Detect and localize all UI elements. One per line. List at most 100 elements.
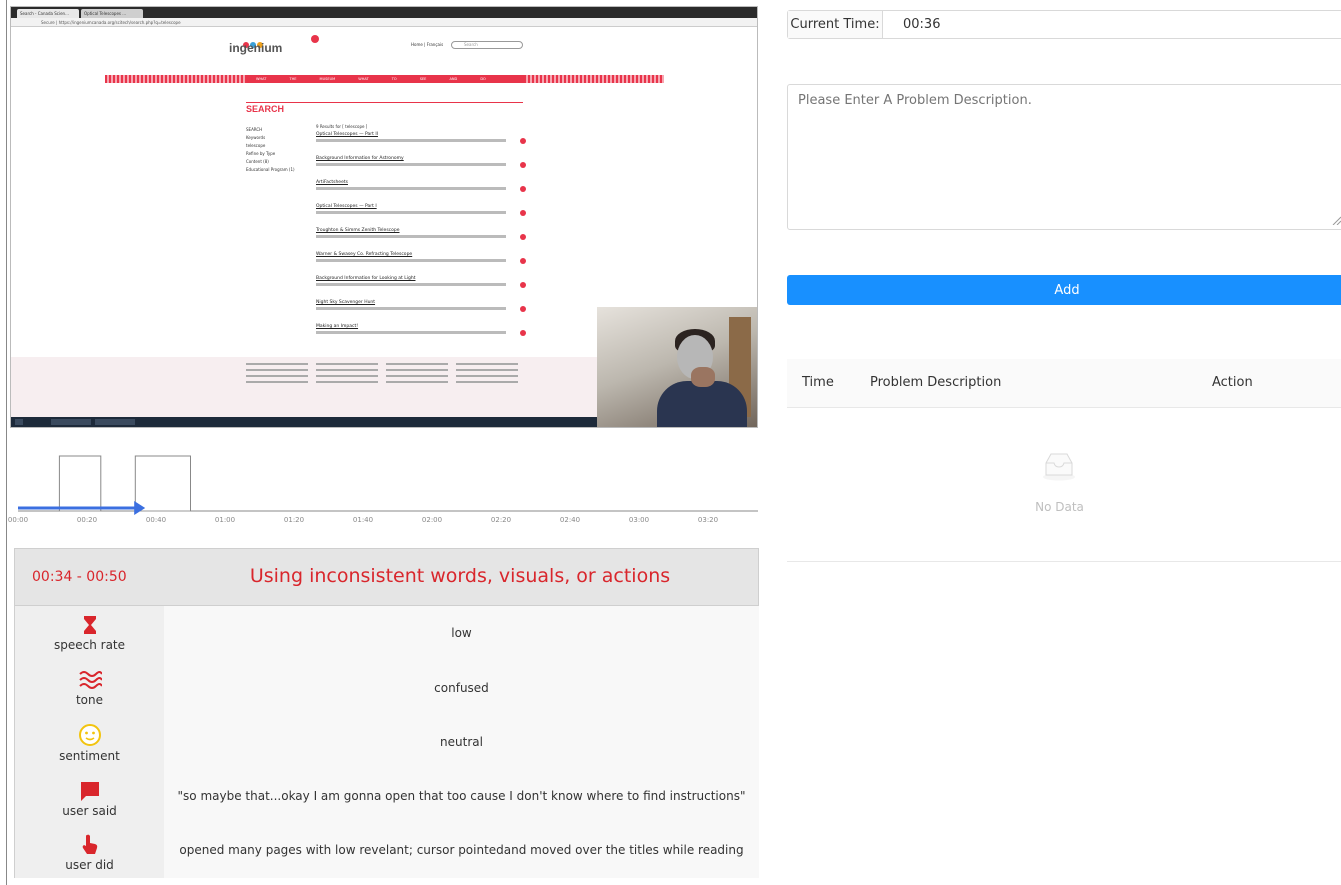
site-refine-sidebar: SEARCH Keywords telescope Refine by Type…	[246, 126, 306, 174]
current-time-label: Current Time:	[788, 11, 883, 38]
empty-text: No Data	[1035, 500, 1084, 514]
metric-tone: tone	[15, 669, 164, 707]
result-marker-icon	[520, 306, 526, 312]
search-result: Optical Telescopes — Part II	[316, 132, 526, 156]
hourglass-icon	[83, 616, 96, 634]
search-result: Background Information for Looking at Li…	[316, 276, 526, 300]
problem-description-input[interactable]	[787, 84, 1341, 230]
timeline-tick-label: 01:40	[352, 516, 374, 524]
site-nav-bar: WHAT THE MUSEUM WHAT TO SEE AND DO	[246, 75, 524, 83]
metric-value: opened many pages with low revelant; cur…	[179, 843, 744, 857]
metric-value: "so maybe that...okay I am gonna open th…	[177, 789, 746, 803]
column-header-action: Action	[1212, 375, 1253, 390]
decorative-pattern	[105, 75, 246, 83]
search-result: Troughton & Simms Zenith Telescope	[316, 228, 526, 252]
problem-table-header: Time Problem Description Action	[787, 359, 1341, 408]
browser-address-bar: Secure | https://ingeniumcanada.org/scit…	[11, 18, 757, 27]
metric-value: confused	[434, 681, 489, 695]
timeline-tick-label: 00:20	[76, 516, 98, 524]
issue-header: 00:34 - 00:50 Using inconsistent words, …	[15, 549, 758, 606]
search-result: Warner & Swasey Co. Refracting Telescope	[316, 252, 526, 276]
museum-emblem-icon	[311, 35, 319, 43]
timeline-tick-label: 02:00	[421, 516, 443, 524]
result-marker-icon	[520, 210, 526, 216]
site-search-results: 9 Results for [ telescope ] Optical Tele…	[316, 124, 526, 348]
sidebar-term: Keywords	[246, 135, 266, 140]
problem-log-panel: Current Time: 00:36 Add Time Problem Des…	[787, 0, 1341, 885]
result-title: Warner & Swasey Co. Refracting Telescope	[316, 252, 413, 257]
smiley-icon	[78, 724, 101, 746]
issue-detail-panel: 00:34 - 00:50 Using inconsistent words, …	[14, 548, 759, 878]
result-marker-icon	[520, 234, 526, 240]
timeline-tick-label: 03:00	[628, 516, 650, 524]
current-time-value: 00:36	[903, 17, 941, 32]
result-title: ArtiFactsheets	[316, 180, 348, 185]
metric-user-did: user did	[15, 834, 164, 872]
result-marker-icon	[520, 162, 526, 168]
sidebar-term: SEARCH	[246, 127, 263, 132]
browser-tab: Optical Telescopes ...	[81, 9, 143, 18]
current-time-field: Current Time: 00:36	[787, 10, 1341, 39]
result-title: Background Information for Looking at Li…	[316, 276, 416, 281]
results-heading: 9 Results for [ telescope ]	[316, 124, 368, 129]
timeline-tick-label: 02:20	[490, 516, 512, 524]
sidebar-term: Content (8)	[246, 159, 269, 164]
metric-label: sentiment	[59, 749, 120, 763]
result-marker-icon	[520, 258, 526, 264]
metric-speech-rate: speech rate	[15, 614, 164, 652]
webcam-overlay	[597, 307, 757, 427]
metric-label: user said	[62, 804, 117, 818]
waves-icon	[78, 671, 102, 689]
search-result: Background Information for Astronomy	[316, 156, 526, 180]
metric-value: neutral	[440, 735, 483, 749]
metric-label-column: speech rate tone sentiment user said use…	[15, 606, 164, 878]
browser-tab: Search - Canada Scien...	[17, 9, 79, 18]
app-root: Search - Canada Scien... Optical Telesco…	[0, 0, 1341, 885]
site-nav-item: WHAT TO SEE AND DO	[358, 77, 486, 81]
speech-bubble-icon	[80, 782, 99, 801]
metric-user-said: user said	[15, 780, 164, 818]
result-title: Optical Telescopes — Part II	[316, 132, 378, 137]
search-result: Making an Impact!	[316, 324, 526, 348]
result-title: Night Sky Scavenger Hunt	[316, 300, 376, 305]
sidebar-term: Refine by Type	[246, 151, 276, 156]
timeline-tick-label: 00:40	[145, 516, 167, 524]
search-result: Night Sky Scavenger Hunt	[316, 300, 526, 324]
session-video[interactable]: Search - Canada Scien... Optical Telesco…	[10, 6, 758, 428]
add-button[interactable]: Add	[787, 275, 1341, 305]
result-title: Background Information for Astronomy	[316, 156, 404, 161]
result-marker-icon	[520, 138, 526, 144]
result-title: Troughton & Simms Zenith Telescope	[316, 228, 400, 233]
search-result: ArtiFactsheets	[316, 180, 526, 204]
site-logo: ingenium	[229, 41, 283, 55]
metric-label: speech rate	[53, 638, 126, 652]
site-nav-item: WHAT THE MUSEUM	[256, 77, 336, 81]
metric-label: tone	[75, 693, 104, 707]
timeline[interactable]: 00:00 00:20 00:40 01:00 01:20 01:40 02:00 02:20…	[0, 430, 760, 540]
pointer-hand-icon	[82, 834, 97, 854]
browser-tab-strip: Search - Canada Scien... Optical Telesco…	[11, 7, 757, 18]
timeline-tick-label: 01:20	[283, 516, 305, 524]
sidebar-term: telescope	[246, 143, 266, 148]
empty-inbox-icon	[1043, 453, 1075, 481]
result-marker-icon	[520, 330, 526, 336]
playhead-arrow-icon[interactable]	[134, 501, 146, 515]
column-header-description: Problem Description	[870, 375, 1002, 390]
timeline-tick-label: 00:00	[7, 516, 29, 524]
result-title: Optical Telescopes — Part I	[316, 204, 377, 209]
problem-table-empty: No Data	[787, 409, 1341, 562]
site-search-input: Search	[451, 41, 523, 49]
column-header-time: Time	[802, 375, 834, 390]
resize-handle-icon[interactable]	[1332, 216, 1341, 225]
result-marker-icon	[520, 186, 526, 192]
metric-value-column: low confused neutral "so maybe that...ok…	[164, 606, 759, 878]
decorative-pattern	[524, 75, 664, 83]
divider	[246, 102, 523, 103]
metric-sentiment: sentiment	[15, 723, 164, 763]
site-search-heading: SEARCH	[246, 104, 285, 114]
result-marker-icon	[520, 282, 526, 288]
timeline-tick-label: 02:40	[559, 516, 581, 524]
sidebar-term: Educational Program (1)	[246, 167, 295, 172]
logo-dots	[243, 33, 265, 48]
timeline-tick-label: 03:20	[697, 516, 719, 524]
